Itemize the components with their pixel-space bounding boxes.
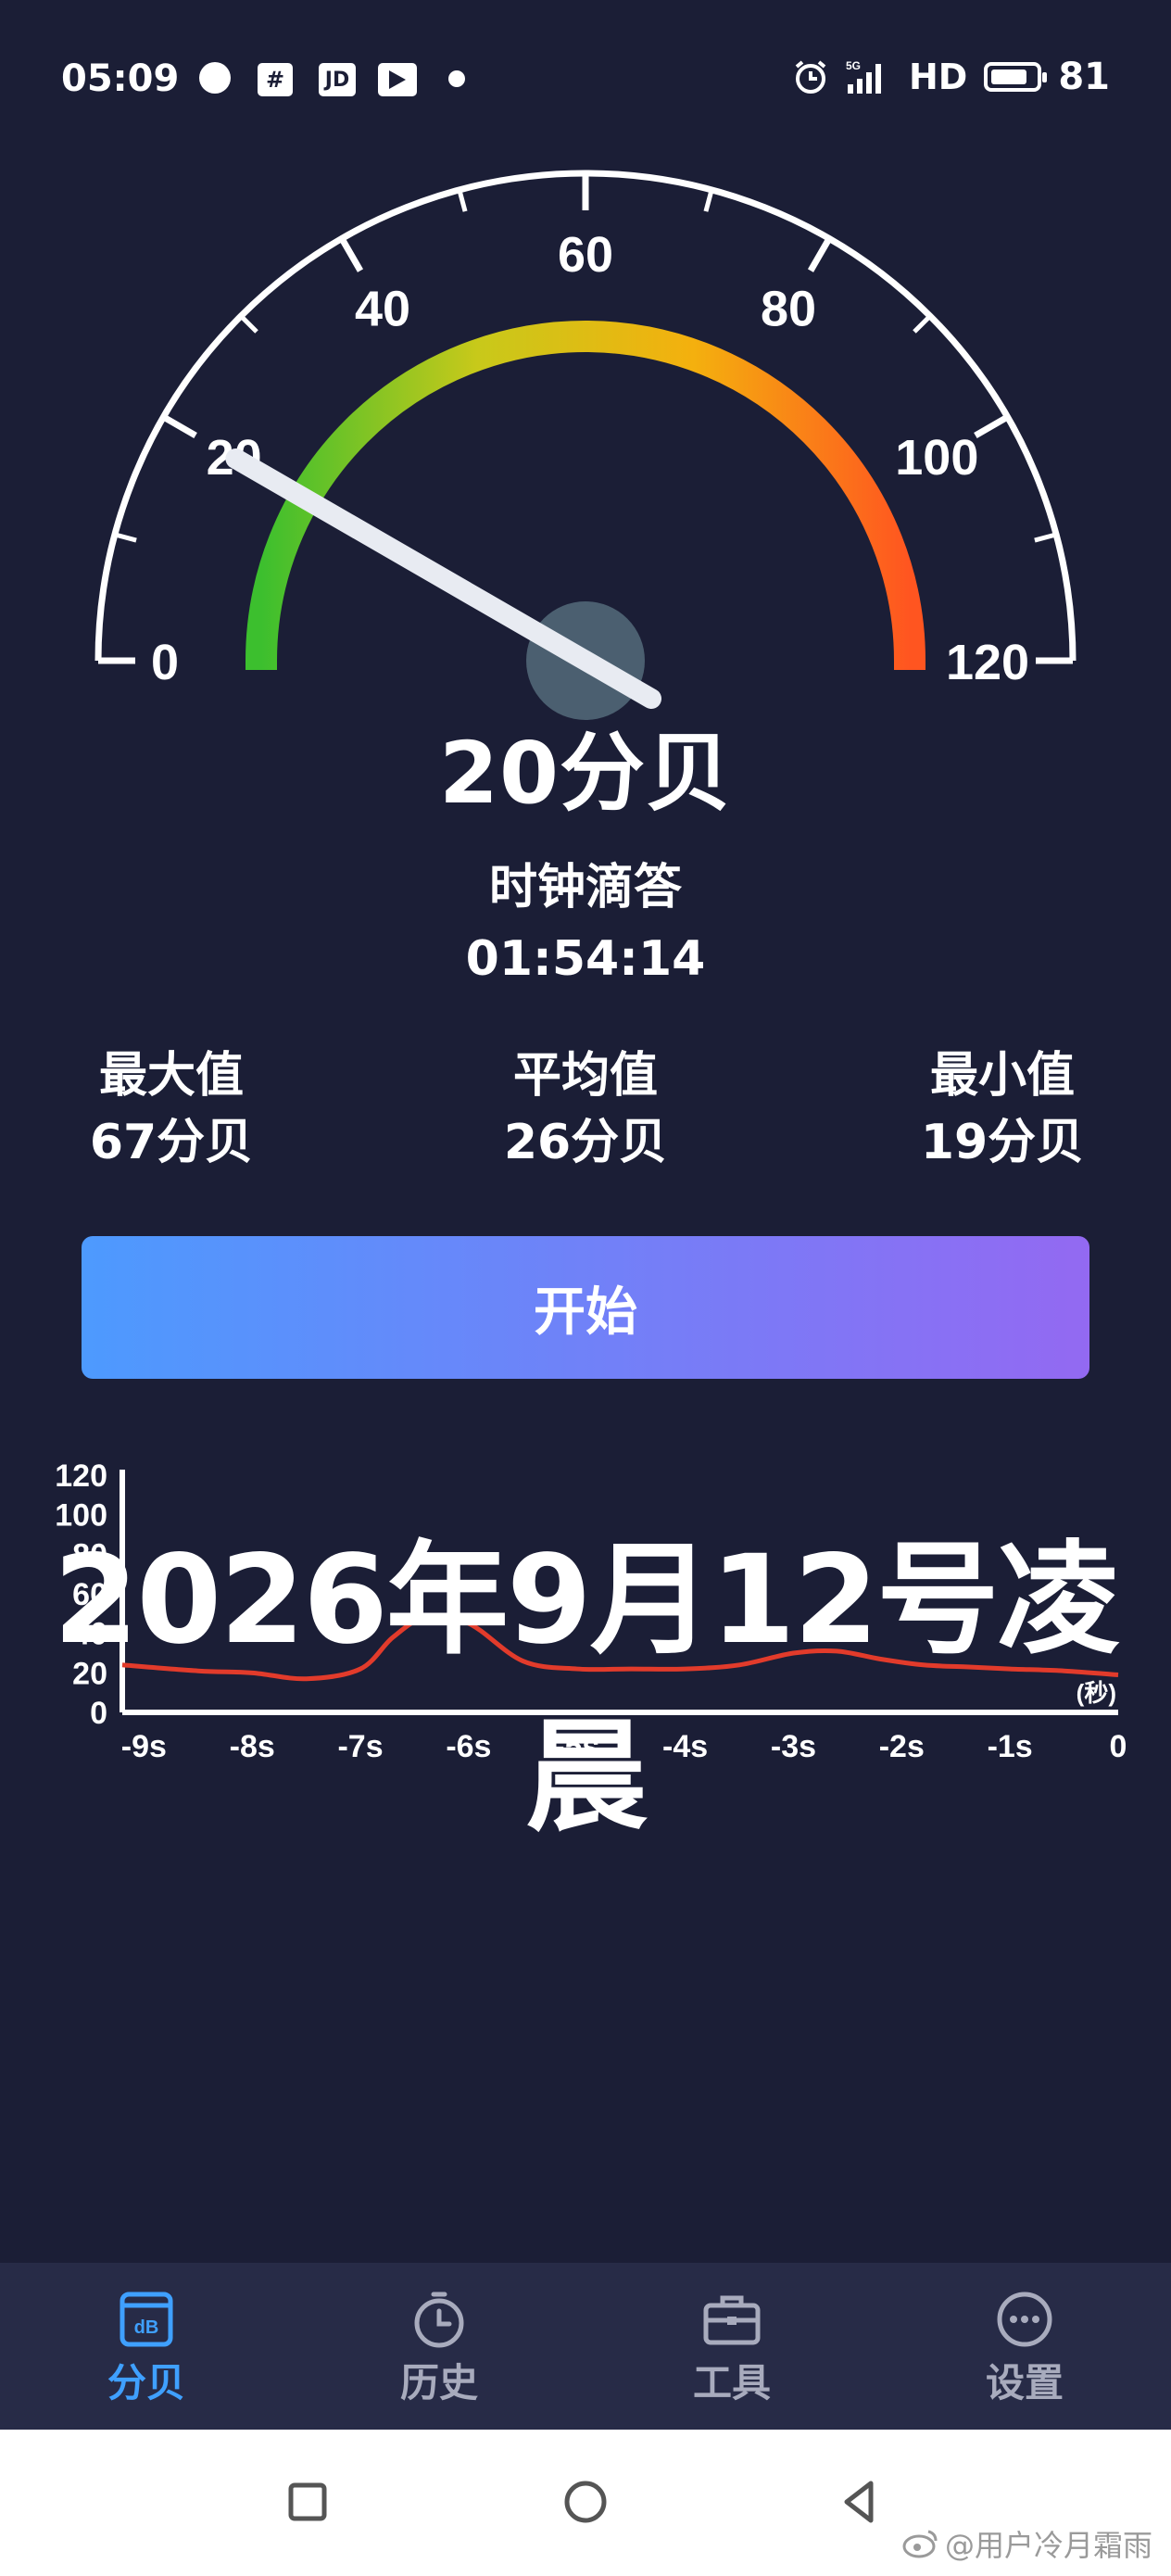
- bottom-nav: dB 分贝 历史 工具 设置: [0, 2263, 1171, 2430]
- gauge-tick: [457, 189, 468, 212]
- dot-icon: [448, 70, 465, 87]
- nav-item-tools[interactable]: 工具: [586, 2263, 878, 2430]
- network-label: 5G: [846, 59, 861, 72]
- stat-average-value: 26分贝: [503, 1115, 668, 1170]
- hash-icon: #: [258, 63, 293, 96]
- watermark: @用户冷月霜雨: [902, 2522, 1152, 2565]
- stat-max: 最大值 67分贝: [51, 1042, 292, 1176]
- gauge-tick: [703, 189, 714, 212]
- gauge-tick: [807, 236, 833, 272]
- gauge-tick: [161, 413, 197, 439]
- jd-icon-label: JD: [324, 68, 350, 92]
- alarm-icon: [795, 60, 826, 94]
- battery-icon: [984, 62, 1048, 92]
- nav-item-decibel[interactable]: dB 分贝: [0, 2263, 293, 2430]
- gauge-tick: [338, 236, 364, 272]
- nav-label-decibel: 分贝: [107, 2360, 185, 2406]
- gauge-tick: [114, 532, 137, 543]
- system-nav-bar: @用户冷月霜雨: [0, 2430, 1171, 2576]
- nav-item-settings[interactable]: 设置: [878, 2263, 1171, 2430]
- weibo-icon: [902, 2530, 938, 2558]
- gauge-tick-label: 80: [761, 282, 816, 337]
- gauge-tick: [239, 314, 258, 334]
- hd-label: HD: [908, 57, 968, 97]
- sound-description: 时钟滴答: [488, 860, 682, 915]
- gauge-tick-label: 40: [355, 282, 410, 337]
- gauge-needle: [225, 448, 662, 709]
- play-icon: [378, 63, 417, 96]
- hash-icon-label: #: [265, 67, 285, 93]
- chart-y-tick-label: 120: [55, 1458, 107, 1494]
- jd-icon: JD: [319, 63, 356, 96]
- status-right: 5G HD 81: [792, 56, 1110, 98]
- clock-icon: [414, 2292, 464, 2348]
- gauge-tick: [913, 314, 932, 334]
- gauge-tick-label: 0: [151, 635, 179, 690]
- stat-min-label: 最小值: [929, 1048, 1075, 1104]
- toolbox-icon: [703, 2295, 761, 2345]
- decibel-reading: 20分贝: [438, 724, 733, 823]
- stat-average: 平均值 26分贝: [465, 1042, 706, 1176]
- overlay-date-text: 2026年9月12号凌晨: [53, 1529, 1120, 1849]
- battery-percent: 81: [1058, 56, 1110, 98]
- stat-min: 最小值 19分贝: [882, 1042, 1123, 1176]
- home-circle-icon[interactable]: [560, 2476, 611, 2528]
- status-time: 05:09: [61, 57, 180, 100]
- watermark-text: @用户冷月霜雨: [944, 2528, 1152, 2563]
- status-bar: 05:09 # JD 5G HD 81: [0, 0, 1171, 158]
- stat-max-value: 67分贝: [89, 1115, 254, 1170]
- decibel-gauge: 020406080100120: [94, 170, 1077, 720]
- gauge-tick-label: 120: [946, 635, 1029, 690]
- decibel-icon: dB: [120, 2292, 173, 2347]
- signal-icon: 5G: [846, 59, 881, 94]
- nav-item-history[interactable]: 历史: [293, 2263, 586, 2430]
- gauge-tick-label: 60: [558, 227, 613, 283]
- gauge-tick: [1034, 532, 1057, 543]
- back-triangle-icon[interactable]: [834, 2476, 886, 2528]
- start-button[interactable]: 开始: [82, 1236, 1089, 1379]
- nav-label-settings: 设置: [985, 2360, 1064, 2406]
- more-icon: [997, 2292, 1052, 2347]
- gauge-tick-label: 100: [895, 430, 978, 486]
- recents-square-icon[interactable]: [282, 2476, 334, 2528]
- stat-min-value: 19分贝: [920, 1115, 1085, 1170]
- nav-label-history: 历史: [399, 2360, 478, 2406]
- stat-average-label: 平均值: [512, 1048, 658, 1104]
- chat-bubble-icon: [199, 62, 231, 94]
- nav-label-tools: 工具: [692, 2360, 771, 2406]
- decibel-icon-badge: dB: [134, 2317, 159, 2338]
- gauge-tick: [974, 413, 1010, 439]
- elapsed-timer: 01:54:14: [465, 931, 706, 987]
- stat-max-label: 最大值: [98, 1048, 244, 1104]
